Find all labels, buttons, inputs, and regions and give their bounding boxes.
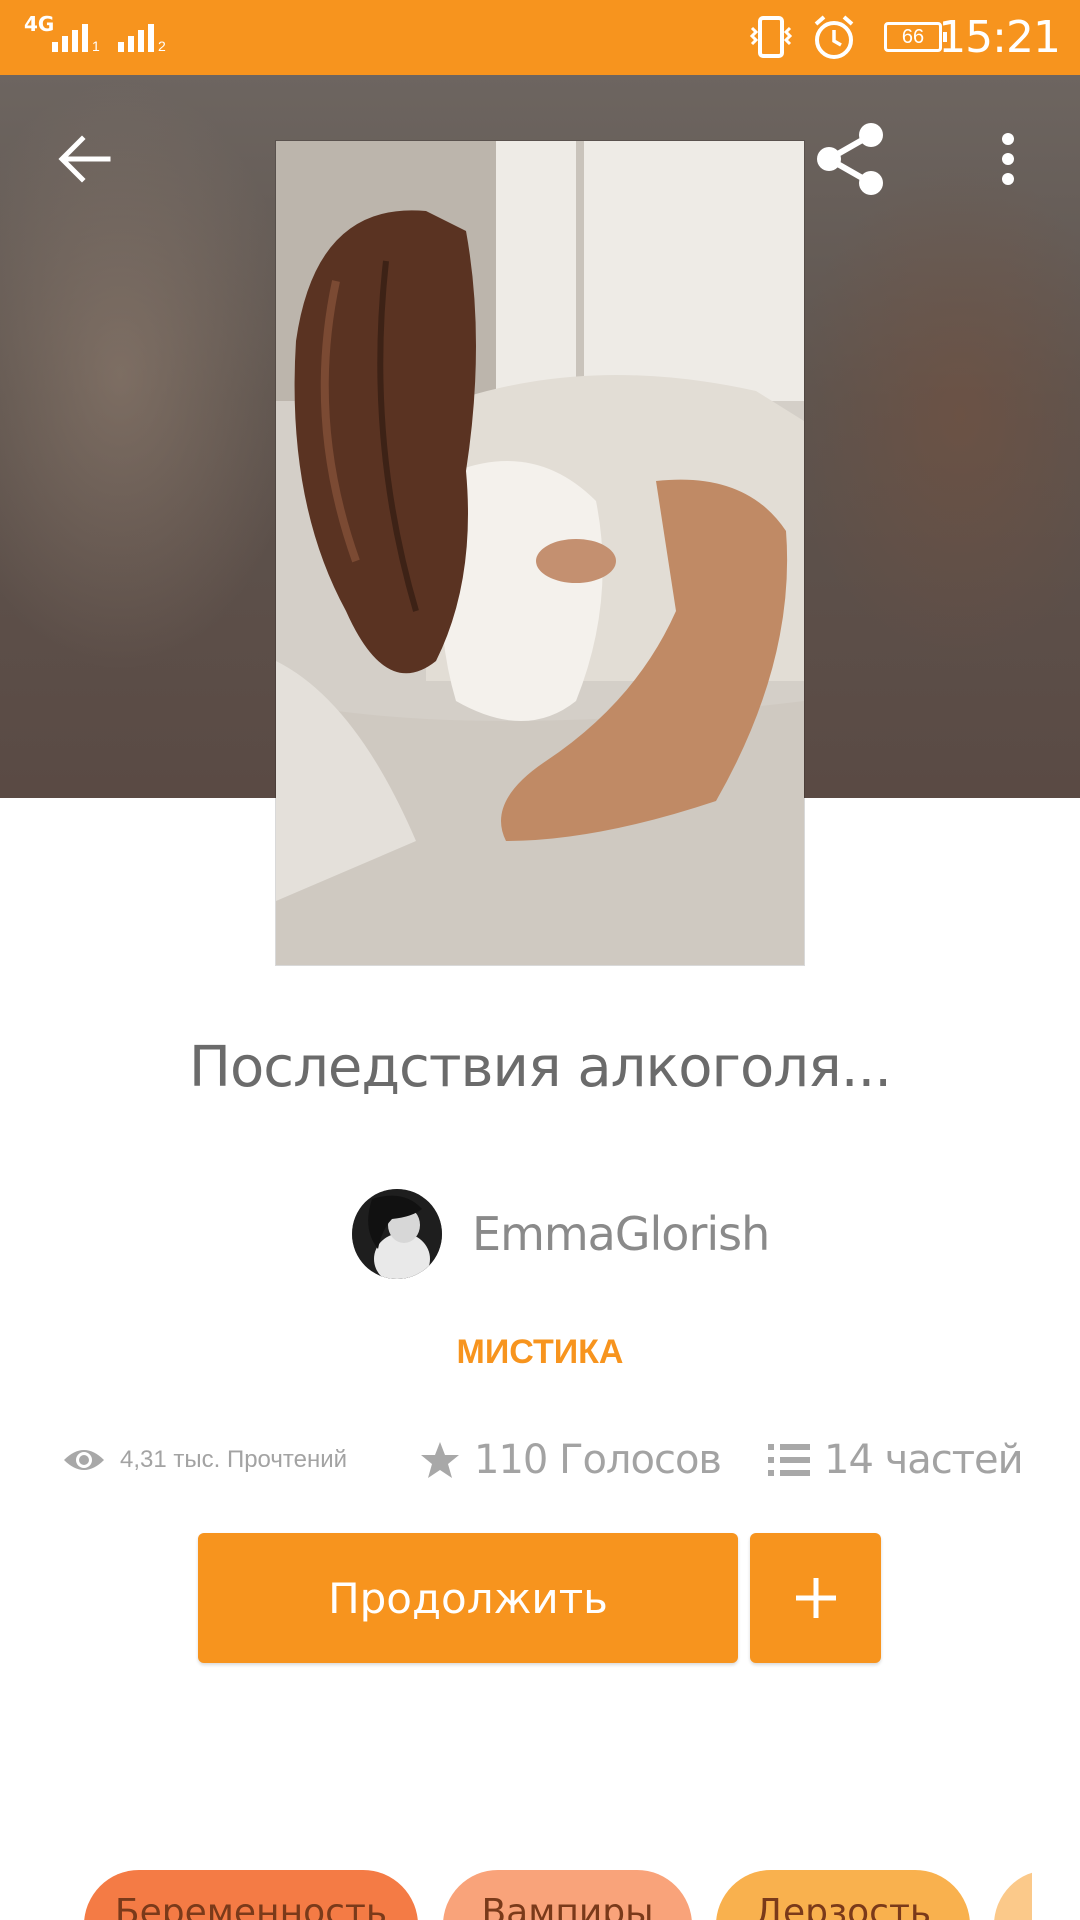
tag-chip[interactable]: Дерзость [716,1870,970,1920]
battery-indicator: 66 [884,22,947,52]
story-stats: 4,31 тыс. Прочтений 110 Голосов 14 часте… [0,1430,1080,1490]
votes-stat: 110 Голосов [420,1430,722,1490]
sim2-label: 2 [158,38,166,54]
parts-stat[interactable]: 14 частей [768,1430,1024,1490]
plus-icon [795,1578,836,1618]
vibrate-icon [749,16,793,58]
more-vert-icon [1002,133,1014,185]
story-title: Последствия алкоголя... [188,1035,892,1100]
share-icon [817,123,883,195]
back-button[interactable] [40,114,130,204]
cover-illustration [276,141,804,965]
eye-icon [64,1450,104,1470]
more-options-button[interactable] [963,114,1053,204]
clock: 15:21 [938,12,1061,63]
continue-reading-button[interactable]: Продолжить [198,1533,738,1663]
list-icon [768,1444,810,1476]
add-to-library-button[interactable] [750,1533,881,1663]
story-cover-image[interactable] [276,141,804,965]
arrow-left-icon [58,135,111,183]
avatar [352,1189,442,1279]
star-icon [421,1442,459,1478]
alarm-icon [814,15,854,59]
author-link[interactable]: EmmaGlorish [352,1188,770,1280]
story-details-screen: 4G 1 2 66 15:21 Последствия алкоголя... … [0,0,1080,1920]
story-category[interactable]: МИСТИКА [0,1333,1080,1372]
author-avatar-image [352,1189,442,1279]
votes-count: 110 Голосов [474,1437,722,1483]
network-type: 4G [24,12,55,36]
share-button[interactable] [806,114,896,204]
parts-count: 14 частей [824,1437,1024,1483]
reads-count: 4,31 тыс. Прочтений [120,1446,348,1473]
author-name: EmmaGlorish [472,1207,770,1261]
status-bar: 4G 1 2 66 15:21 [0,0,1080,75]
tag-chip-partial[interactable] [994,1870,1032,1920]
tag-chip[interactable]: Беременность [84,1870,418,1920]
sim1-label: 1 [92,38,100,54]
reads-stat: 4,31 тыс. Прочтений [62,1430,347,1490]
tags-row: Беременность Вампиры Дерзость [0,1870,1032,1920]
tag-chip[interactable]: Вампиры [443,1870,692,1920]
